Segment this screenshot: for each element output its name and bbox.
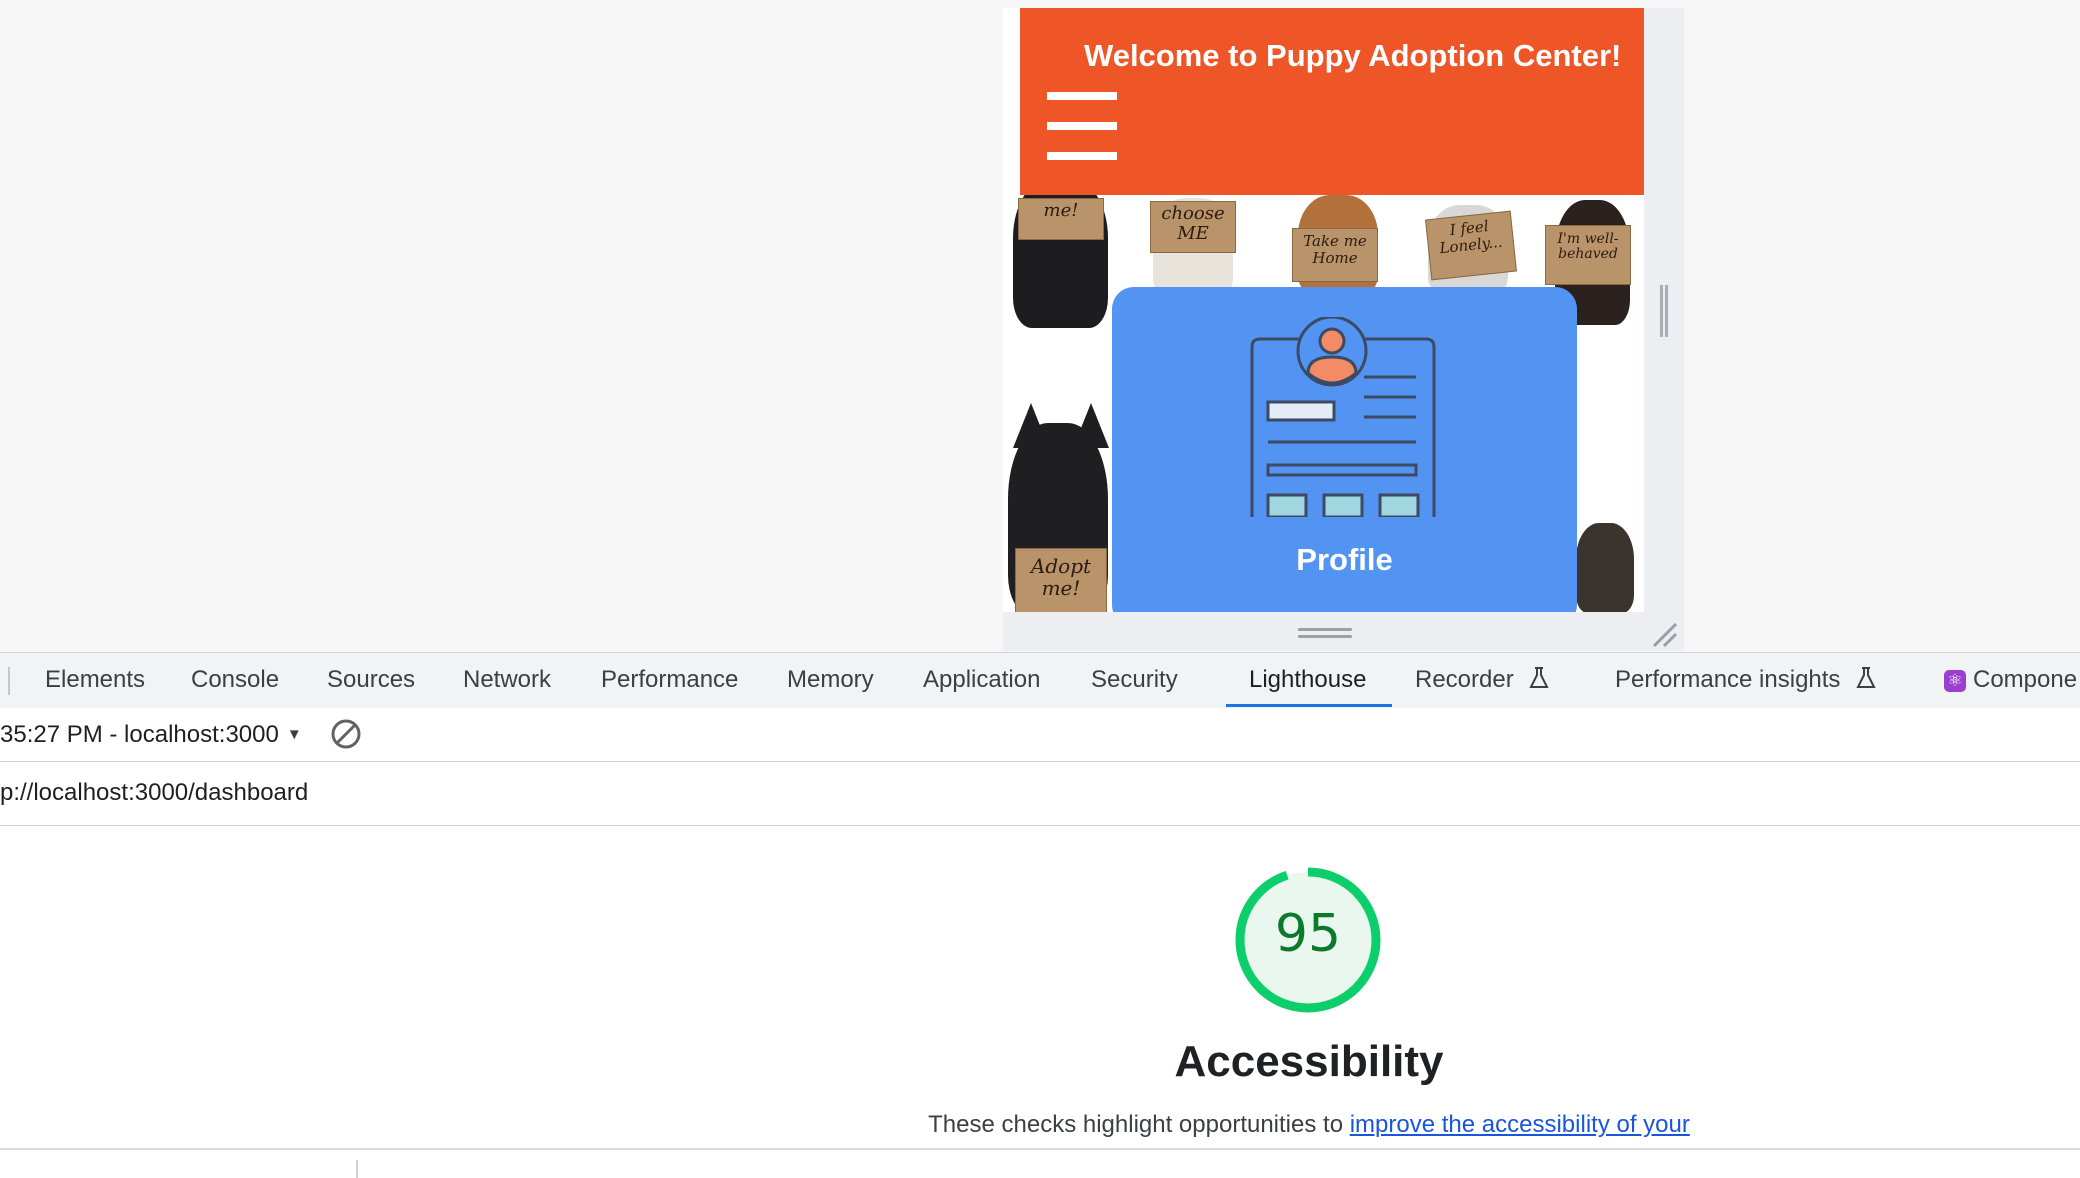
- tab-components[interactable]: ⚛ Compone: [1944, 666, 2077, 694]
- puppy-sign: I feel Lonely...: [1425, 210, 1517, 281]
- react-icon: ⚛: [1944, 670, 1966, 692]
- chevron-down-icon: ▼: [286, 726, 302, 743]
- menu-icon[interactable]: [1047, 92, 1117, 162]
- section-divider: [0, 1148, 2080, 1150]
- puppy-photo: Take me Home: [1288, 195, 1388, 295]
- score-value: 95: [1274, 904, 1342, 964]
- active-tab-indicator: [1226, 704, 1392, 707]
- puppy-sign: I'm well-behaved: [1545, 225, 1631, 285]
- clear-reports-icon[interactable]: [330, 718, 362, 750]
- puppy-sign: Take me Home: [1292, 228, 1378, 282]
- category-description-text: These checks highlight opportunities to: [928, 1111, 1350, 1138]
- profile-document-icon: [1250, 317, 1436, 517]
- tab-console[interactable]: Console: [191, 666, 279, 694]
- category-description: These checks highlight opportunities to …: [900, 1111, 1718, 1139]
- viewport-resize-handle[interactable]: [1660, 285, 1668, 337]
- tab-memory[interactable]: Memory: [787, 666, 874, 694]
- tabbar-divider: [8, 667, 10, 695]
- viewport-height-handle[interactable]: [1298, 628, 1352, 640]
- tab-network[interactable]: Network: [463, 666, 551, 694]
- accessibility-docs-link[interactable]: improve the accessibility of your: [1350, 1111, 1690, 1138]
- tab-recorder[interactable]: Recorder: [1415, 666, 1550, 694]
- category-title: Accessibility: [1174, 1037, 1444, 1086]
- tab-performance-insights-label: Performance insights: [1615, 666, 1841, 693]
- lighthouse-toolbar: 35:27 PM - localhost:3000 ▼: [0, 708, 2080, 762]
- panel-splitter[interactable]: [356, 1160, 358, 1178]
- tab-performance[interactable]: Performance: [601, 666, 738, 694]
- devtools-panel: Elements Console Sources Network Perform…: [0, 652, 2080, 1178]
- tab-recorder-label: Recorder: [1415, 666, 1514, 693]
- resize-corner-icon[interactable]: [1650, 620, 1678, 648]
- tab-components-label: Compone: [1973, 666, 2078, 693]
- puppy-photo: I feel Lonely...: [1418, 195, 1518, 295]
- tab-security[interactable]: Security: [1091, 666, 1178, 694]
- flask-icon: [1856, 667, 1876, 688]
- puppy-sign: choose ME: [1150, 201, 1236, 253]
- puppy-photo: [1571, 513, 1639, 612]
- page-viewport: me! choose ME Take me Home I feel Lonely…: [1003, 8, 1644, 612]
- tab-sources[interactable]: Sources: [327, 666, 415, 694]
- tab-elements[interactable]: Elements: [45, 666, 145, 694]
- report-select[interactable]: 35:27 PM - localhost:3000 ▼: [0, 721, 302, 749]
- report-url: p://localhost:3000/dashboard: [0, 779, 309, 806]
- app-title: Welcome to Puppy Adoption Center!: [1084, 38, 1622, 73]
- flask-icon: [1529, 667, 1550, 688]
- puppy-photo: choose ME: [1148, 193, 1238, 298]
- tab-performance-insights[interactable]: Performance insights: [1615, 666, 1877, 694]
- devtools-tabbar: Elements Console Sources Network Perform…: [0, 652, 2080, 709]
- puppy-sign: Adopt me!: [1015, 548, 1107, 612]
- report-url-row: p://localhost:3000/dashboard: [0, 762, 2080, 826]
- app-header: Welcome to Puppy Adoption Center!: [1020, 8, 1644, 195]
- profile-label: Profile: [1296, 542, 1393, 577]
- profile-card[interactable]: Profile: [1112, 287, 1577, 612]
- report-select-value: 35:27 PM - localhost:3000: [0, 721, 279, 748]
- puppy-photo: Adopt me!: [1003, 403, 1115, 612]
- tab-application[interactable]: Application: [923, 666, 1040, 694]
- tab-lighthouse[interactable]: Lighthouse: [1249, 666, 1366, 694]
- puppy-sign: me!: [1018, 198, 1104, 240]
